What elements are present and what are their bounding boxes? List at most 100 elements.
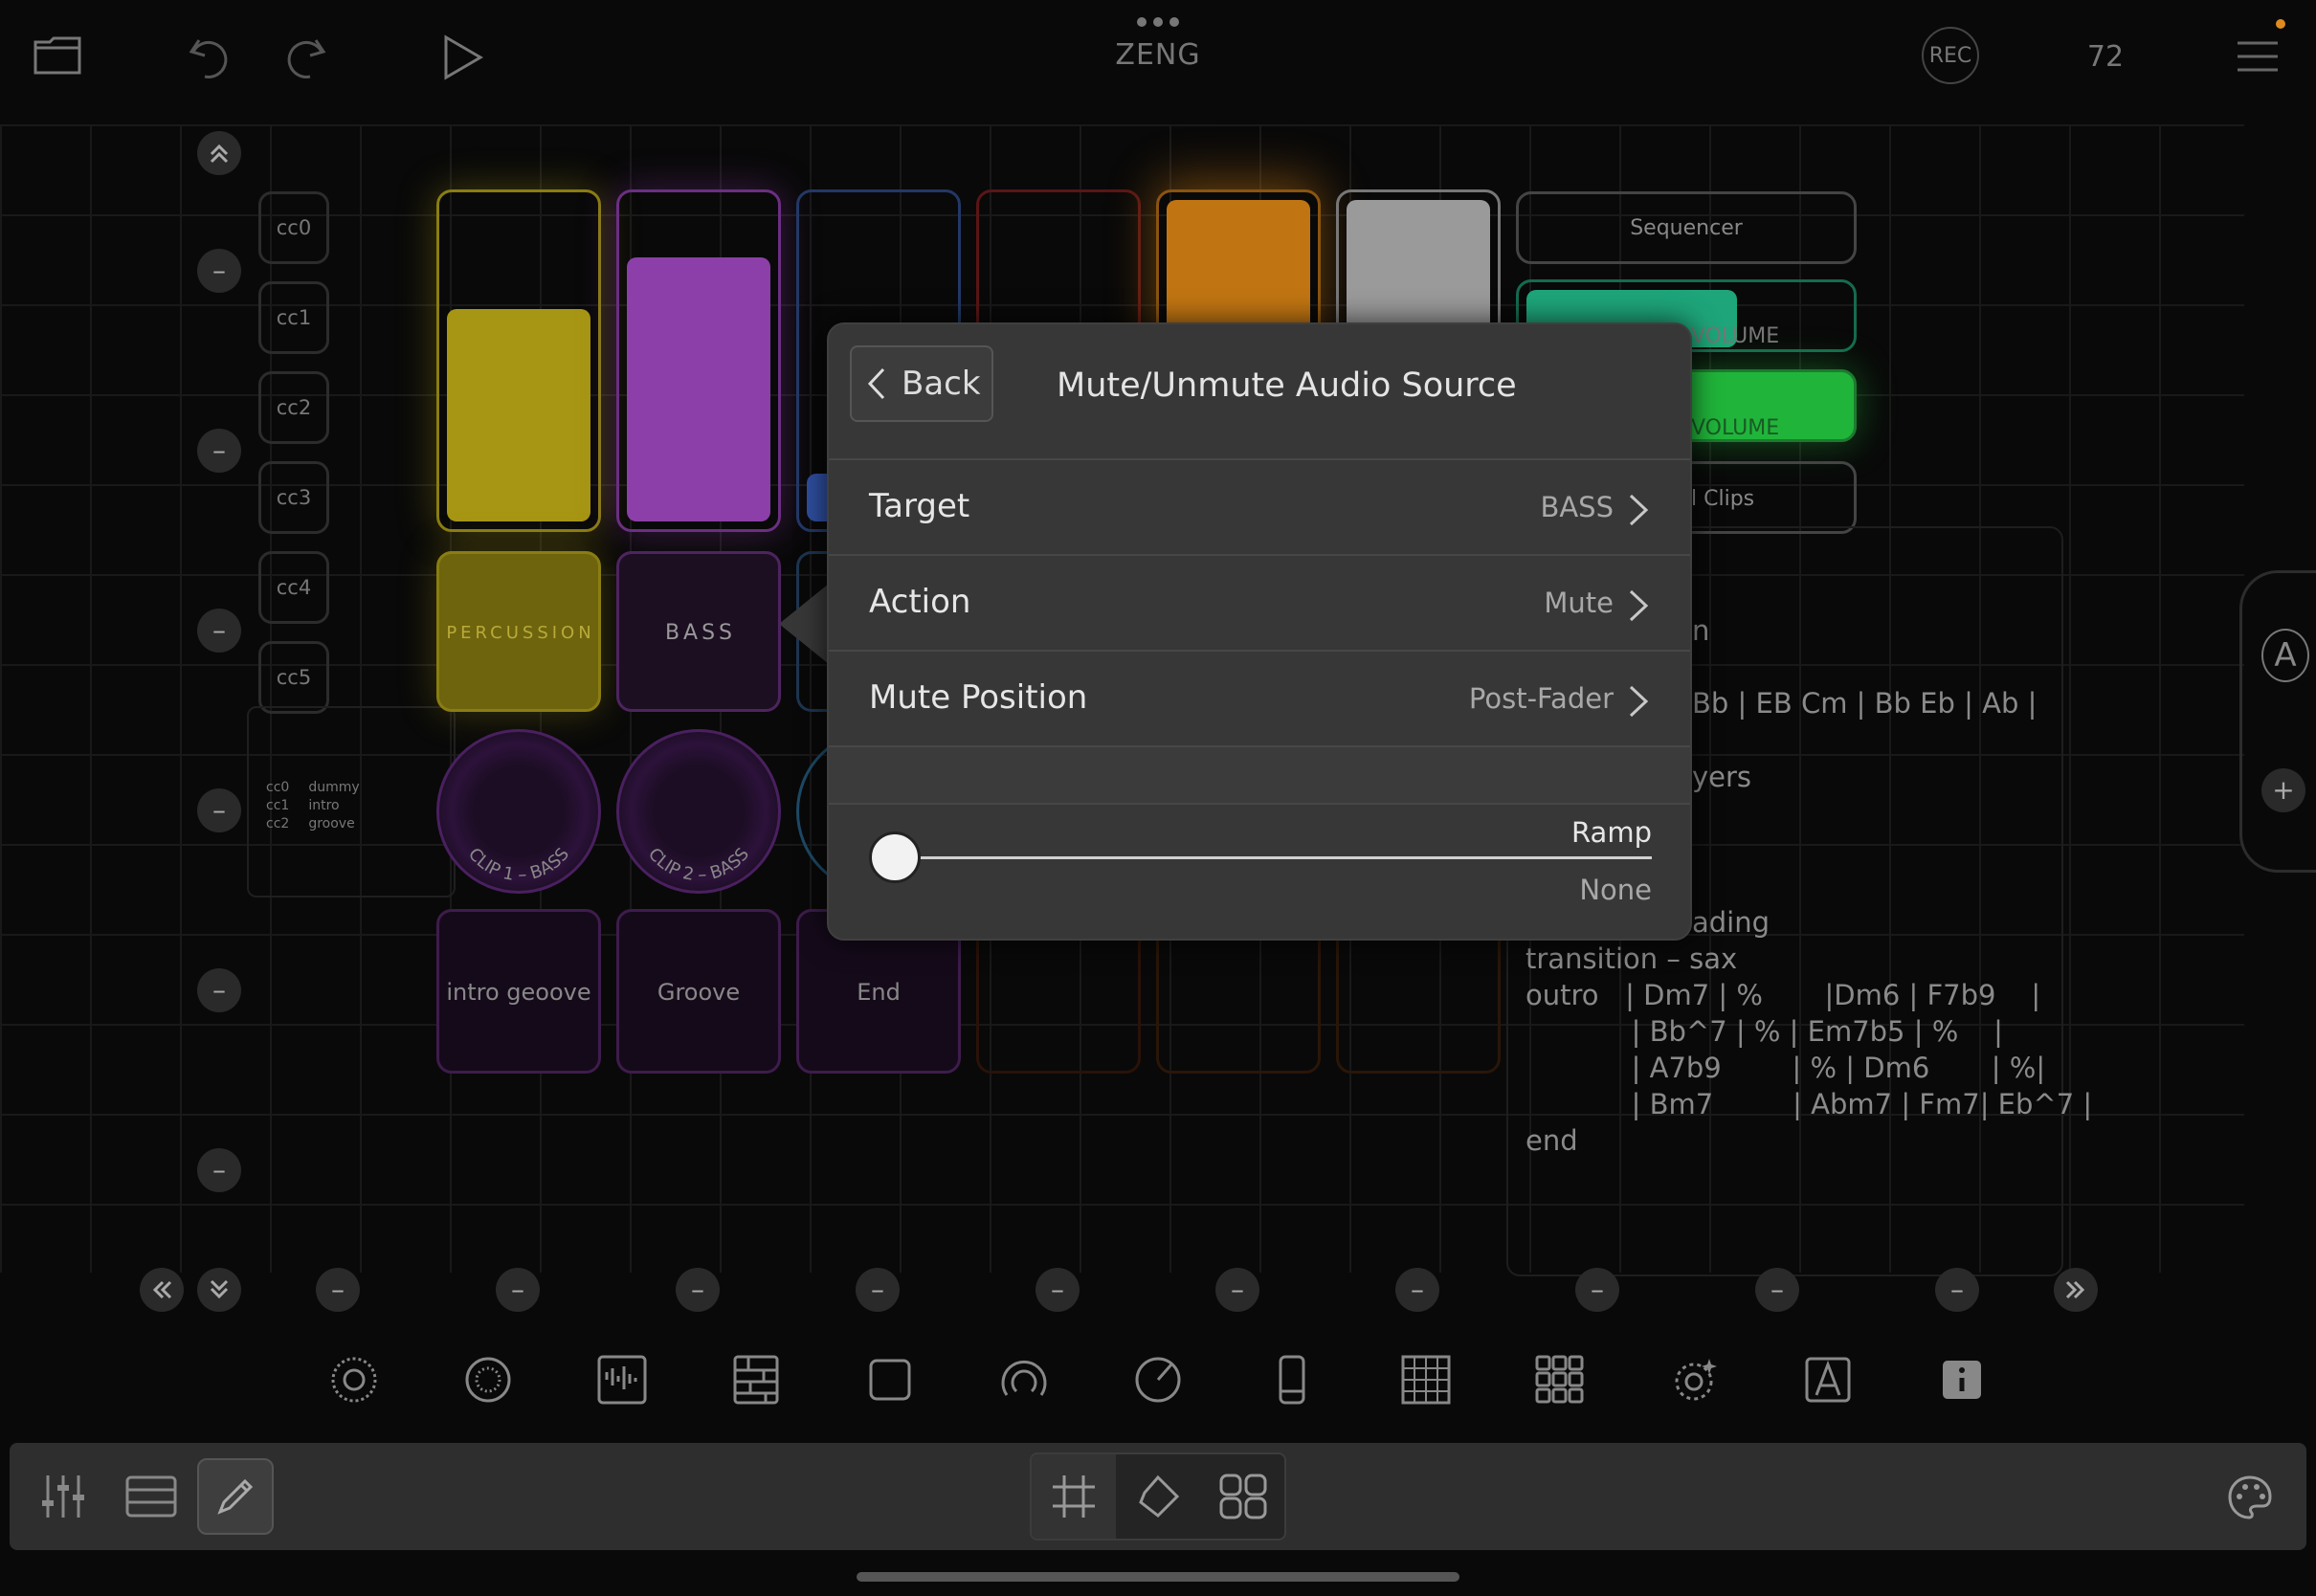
scroll-left-button[interactable] (140, 1268, 184, 1312)
mute-unmute-dialog: Back Mute/Unmute Audio Source Target BAS… (827, 322, 1692, 941)
bottom-bar (10, 1443, 2306, 1550)
row-collapse-button-6[interactable]: – (197, 1148, 241, 1192)
cc-button-1[interactable]: cc1 (258, 281, 329, 354)
svg-text:CLIP 2 – BASS: CLIP 2 – BASS (644, 844, 753, 885)
edit-button[interactable] (197, 1458, 274, 1535)
note-line: n (1692, 614, 1710, 647)
row-collapse-button-1[interactable]: – (197, 249, 241, 293)
ramp-slider-track[interactable] (892, 856, 1652, 859)
note-line: | Bm7 | Abm7 | Fm7| Eb^7 | (1525, 1088, 2093, 1120)
edit-pencil-icon (217, 1478, 254, 1515)
col-collapse-button[interactable]: – (1215, 1268, 1259, 1312)
col-collapse-button[interactable]: – (856, 1268, 900, 1312)
hamburger-menu-icon[interactable] (2236, 40, 2280, 73)
palette-icon[interactable] (2226, 1474, 2274, 1521)
sparkle-dial-icon[interactable] (1667, 1353, 1721, 1407)
sequencer-button[interactable]: Sequencer (1516, 191, 1857, 264)
ramp-slider-thumb[interactable] (869, 831, 921, 883)
target-label: Target (869, 487, 970, 525)
cc-button-4[interactable]: cc4 (258, 551, 329, 624)
shape-mode-icon[interactable] (1135, 1474, 1181, 1519)
action-label: Action (869, 583, 971, 621)
col-collapse-button[interactable]: – (1036, 1268, 1080, 1312)
double-chevron-right-icon (2065, 1280, 2085, 1299)
cc-legend-panel: cc0 dummy cc1 intro cc2 groove (247, 706, 456, 898)
clip-2-bass[interactable]: CLIP 2 – BASS (616, 729, 781, 894)
spacer-row (829, 745, 1690, 805)
chevron-right-icon (1629, 685, 1649, 718)
cc-button-2[interactable]: cc2 (258, 371, 329, 444)
info-icon[interactable] (1935, 1353, 1989, 1407)
keyboard-icon[interactable] (729, 1353, 783, 1407)
add-button[interactable]: + (2261, 768, 2305, 812)
volume-label: VOLUME (1691, 416, 1780, 440)
col-collapse-button[interactable]: – (1935, 1268, 1979, 1312)
play-icon[interactable] (442, 34, 484, 80)
clip-pad-label: End (857, 979, 901, 1006)
ramp-label: Ramp (1571, 816, 1652, 849)
grid-icon[interactable] (1399, 1353, 1453, 1407)
note-line: | Bb^7 | % | Em7b5 | % | (1525, 1015, 2003, 1048)
fader-percussion[interactable] (436, 189, 601, 532)
cc-button-0[interactable]: cc0 (258, 191, 329, 264)
col-collapse-button[interactable]: – (676, 1268, 720, 1312)
list-icon[interactable] (124, 1472, 178, 1521)
mute-position-value: Post-Fader (1468, 682, 1614, 715)
clip-pad-label: Groove (657, 979, 741, 1006)
action-row[interactable]: Action Mute (829, 554, 1690, 650)
back-button[interactable]: Back (850, 345, 993, 422)
folder-icon[interactable] (33, 34, 82, 77)
legend-name: intro (308, 798, 340, 813)
col-collapse-button[interactable]: – (1395, 1268, 1439, 1312)
clip-1-bass[interactable]: CLIP 1 – BASS (436, 729, 601, 894)
fader-bass[interactable] (616, 189, 781, 532)
row-collapse-button-3[interactable]: – (197, 609, 241, 653)
side-panel[interactable]: A + (2239, 570, 2316, 873)
chevron-right-icon (1629, 589, 1649, 622)
cc-button-5[interactable]: cc5 (258, 641, 329, 714)
legend-name: dummy (308, 780, 360, 795)
scroll-top-button[interactable] (197, 131, 241, 175)
more-dots-icon[interactable] (1135, 15, 1181, 29)
chevron-right-icon (1629, 494, 1649, 526)
record-button[interactable]: REC (1922, 27, 1979, 84)
scroll-bottom-button[interactable] (197, 1268, 241, 1312)
mute-position-row[interactable]: Mute Position Post-Fader (829, 650, 1690, 745)
cc-button-3[interactable]: cc3 (258, 461, 329, 534)
col-collapse-button[interactable]: – (1575, 1268, 1619, 1312)
knob-arc-icon[interactable] (997, 1353, 1051, 1407)
note-line: outro | Dm7 | % |Dm6 | F7b9 | (1525, 979, 2041, 1011)
source-pad-bass[interactable]: BASS (616, 551, 781, 712)
ring-icon[interactable] (461, 1353, 515, 1407)
note-line: | A7b9 | % | Dm6 | %| (1525, 1052, 2046, 1084)
grid-mode-button[interactable] (1032, 1454, 1116, 1539)
col-collapse-button[interactable]: – (496, 1268, 540, 1312)
row-collapse-button-5[interactable]: – (197, 968, 241, 1012)
mixer-icon[interactable] (38, 1472, 88, 1521)
square-icon[interactable] (863, 1353, 917, 1407)
text-a-button[interactable]: A (2261, 629, 2309, 682)
note-line: transition – sax (1525, 942, 1738, 975)
phone-icon[interactable] (1265, 1353, 1319, 1407)
row-collapse-button-4[interactable]: – (197, 788, 241, 832)
radial-icon[interactable] (327, 1353, 381, 1407)
tempo-display[interactable]: 72 (2077, 40, 2134, 74)
multi-pad-icon[interactable] (1533, 1353, 1587, 1407)
scroll-right-button[interactable] (2054, 1268, 2098, 1312)
col-collapse-button[interactable]: – (316, 1268, 360, 1312)
text-a-icon[interactable] (1801, 1353, 1855, 1407)
row-collapse-button-2[interactable]: – (197, 429, 241, 473)
target-row[interactable]: Target BASS (829, 458, 1690, 554)
pads-mode-icon[interactable] (1219, 1474, 1267, 1519)
waveform-icon[interactable] (595, 1353, 649, 1407)
clip-pad-groove[interactable]: Groove (616, 909, 781, 1074)
clip-pad-label: intro geoove (446, 979, 591, 1006)
col-collapse-button[interactable]: – (1755, 1268, 1799, 1312)
grid-mode-icon (1053, 1475, 1095, 1518)
mute-position-label: Mute Position (869, 678, 1088, 717)
source-pad-percussion[interactable]: PERCUSSION (436, 551, 601, 712)
undo-icon[interactable] (186, 34, 234, 82)
dial-icon[interactable] (1131, 1353, 1185, 1407)
redo-icon[interactable] (281, 34, 329, 82)
clip-pad-intro[interactable]: intro geoove (436, 909, 601, 1074)
